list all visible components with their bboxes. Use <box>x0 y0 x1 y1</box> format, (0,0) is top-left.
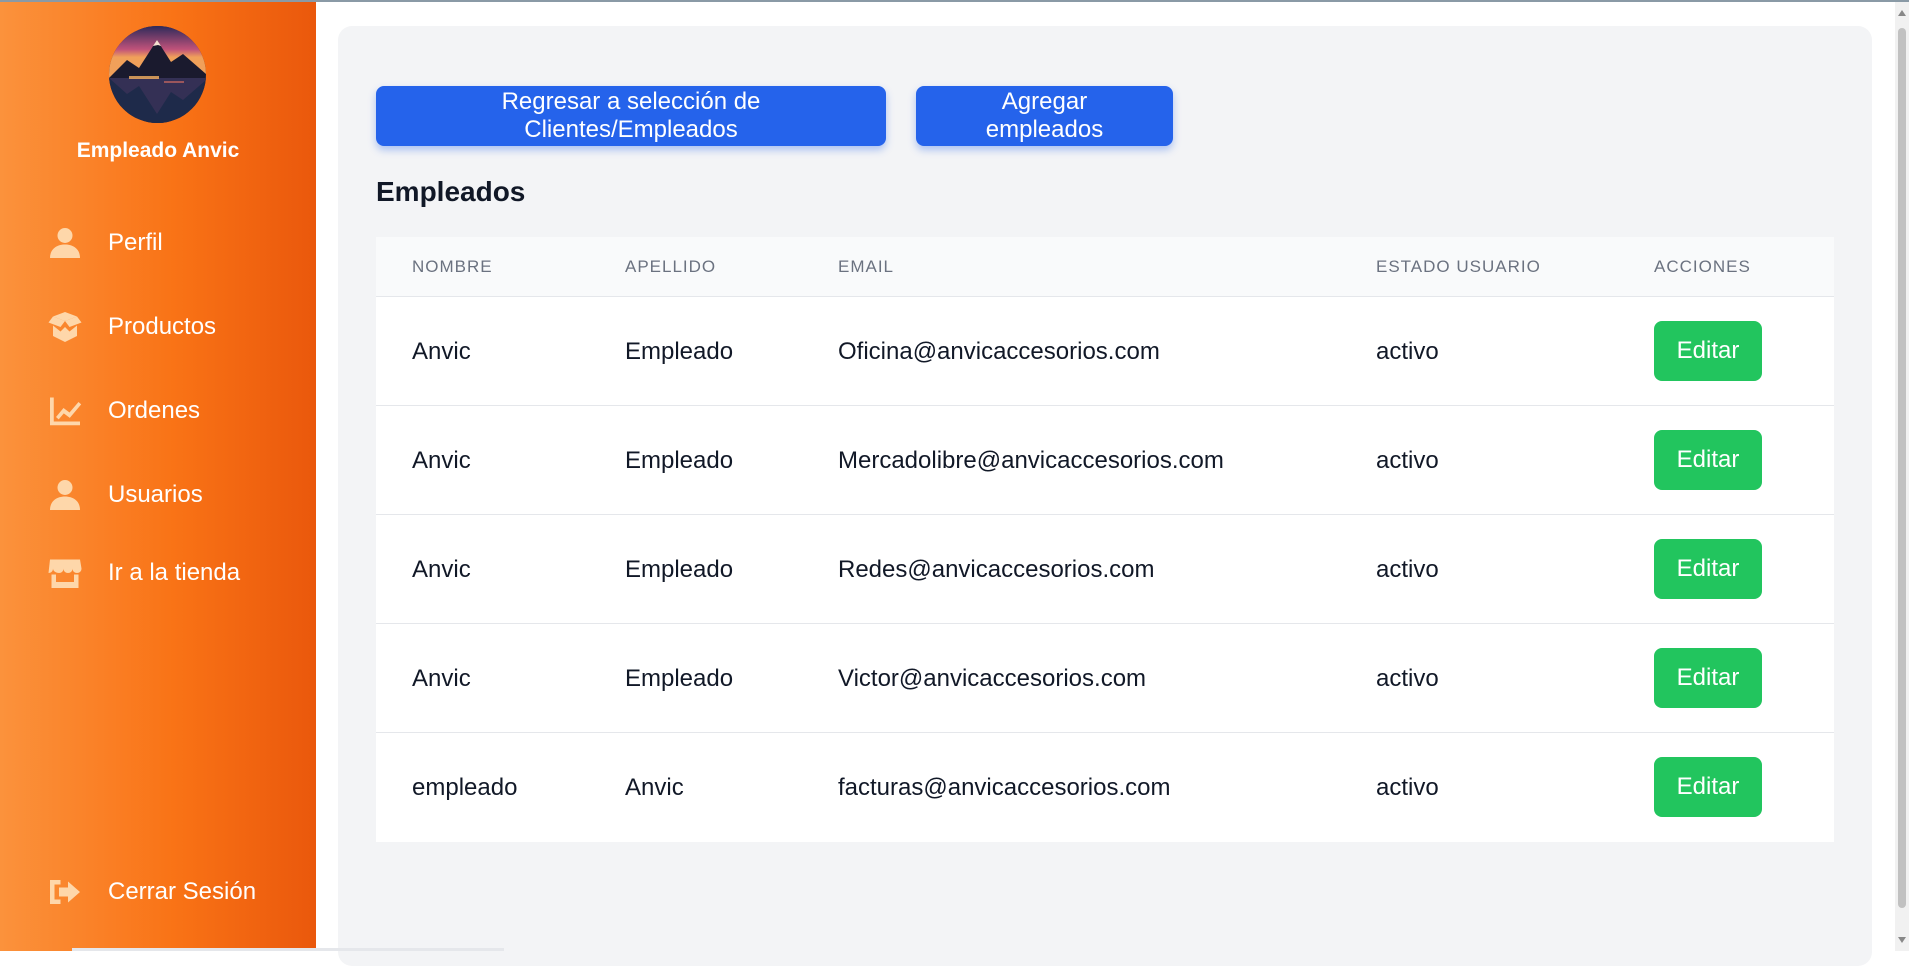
sign-out-icon <box>46 873 84 911</box>
logout-label: Cerrar Sesión <box>108 878 256 906</box>
sidebar-item-label: Usuarios <box>108 481 203 509</box>
add-employees-button[interactable]: Agregar empleados <box>916 86 1173 146</box>
scroll-down-arrow-icon[interactable] <box>1898 937 1906 943</box>
user-name: Empleado Anvic <box>0 139 316 163</box>
box-open-icon <box>46 308 84 346</box>
mountain-lake-avatar <box>109 26 206 123</box>
edit-button[interactable]: Editar <box>1654 648 1762 708</box>
avatar[interactable] <box>109 26 206 123</box>
logout-button[interactable]: Cerrar Sesión <box>46 870 256 914</box>
edit-button[interactable]: Editar <box>1654 321 1762 381</box>
store-icon <box>46 554 84 592</box>
main-content: Regresar a selección de Clientes/Emplead… <box>338 26 1872 966</box>
cell-nombre: Anvic <box>412 406 471 515</box>
user-icon <box>46 476 84 514</box>
scroll-up-arrow-icon[interactable] <box>1898 10 1906 16</box>
table-row: Anvic Empleado Redes@anvicaccesorios.com… <box>376 515 1834 624</box>
cell-apellido: Empleado <box>625 406 733 515</box>
cell-email: Victor@anvicaccesorios.com <box>838 624 1146 733</box>
cell-apellido: Empleado <box>625 624 733 733</box>
cell-email: Redes@anvicaccesorios.com <box>838 515 1155 624</box>
column-header-email: EMAIL <box>838 237 894 297</box>
edit-button[interactable]: Editar <box>1654 757 1762 817</box>
cell-nombre: Anvic <box>412 624 471 733</box>
cell-apellido: Anvic <box>625 733 684 842</box>
edit-button[interactable]: Editar <box>1654 430 1762 490</box>
cell-estado: activo <box>1376 406 1439 515</box>
sidebar-item-productos[interactable]: Productos <box>46 305 216 349</box>
sidebar-item-label: Ordenes <box>108 397 200 425</box>
vertical-scrollbar[interactable] <box>1895 2 1909 951</box>
sidebar-item-label: Ir a la tienda <box>108 559 240 587</box>
sidebar-item-label: Productos <box>108 313 216 341</box>
employees-table: NOMBRE APELLIDO EMAIL ESTADO USUARIO ACC… <box>376 237 1834 842</box>
cell-nombre: empleado <box>412 733 517 842</box>
cell-apellido: Empleado <box>625 515 733 624</box>
cell-apellido: Empleado <box>625 297 733 406</box>
cell-nombre: Anvic <box>412 515 471 624</box>
page-title: Empleados <box>376 176 525 208</box>
cell-nombre: Anvic <box>412 297 471 406</box>
cell-email: facturas@anvicaccesorios.com <box>838 733 1170 842</box>
column-header-apellido: APELLIDO <box>625 237 716 297</box>
table-row: Anvic Empleado Victor@anvicaccesorios.co… <box>376 624 1834 733</box>
back-to-selection-button[interactable]: Regresar a selección de Clientes/Emplead… <box>376 86 886 146</box>
column-header-nombre: NOMBRE <box>412 237 493 297</box>
cell-estado: activo <box>1376 624 1439 733</box>
cell-estado: activo <box>1376 733 1439 842</box>
column-header-estado: ESTADO USUARIO <box>1376 237 1541 297</box>
edit-button[interactable]: Editar <box>1654 539 1762 599</box>
sidebar-item-ir-a-la-tienda[interactable]: Ir a la tienda <box>46 551 240 595</box>
cell-email: Oficina@anvicaccesorios.com <box>838 297 1160 406</box>
table-row: Anvic Empleado Oficina@anvicaccesorios.c… <box>376 297 1834 406</box>
scrollbar-thumb[interactable] <box>1898 28 1906 908</box>
chart-line-icon <box>46 392 84 430</box>
cell-estado: activo <box>1376 515 1439 624</box>
cell-email: Mercadolibre@anvicaccesorios.com <box>838 406 1224 515</box>
sidebar-item-perfil[interactable]: Perfil <box>46 221 163 265</box>
table-row: Anvic Empleado Mercadolibre@anvicaccesor… <box>376 406 1834 515</box>
user-icon <box>46 224 84 262</box>
sidebar-item-label: Perfil <box>108 229 163 257</box>
cell-estado: activo <box>1376 297 1439 406</box>
sidebar-item-ordenes[interactable]: Ordenes <box>46 389 200 433</box>
table-header: NOMBRE APELLIDO EMAIL ESTADO USUARIO ACC… <box>376 237 1834 297</box>
sidebar-item-usuarios[interactable]: Usuarios <box>46 473 203 517</box>
table-row: empleado Anvic facturas@anvicaccesorios.… <box>376 733 1834 842</box>
column-header-acciones: ACCIONES <box>1654 237 1751 297</box>
sidebar: Empleado Anvic Perfil Productos Ordenes … <box>0 2 316 951</box>
